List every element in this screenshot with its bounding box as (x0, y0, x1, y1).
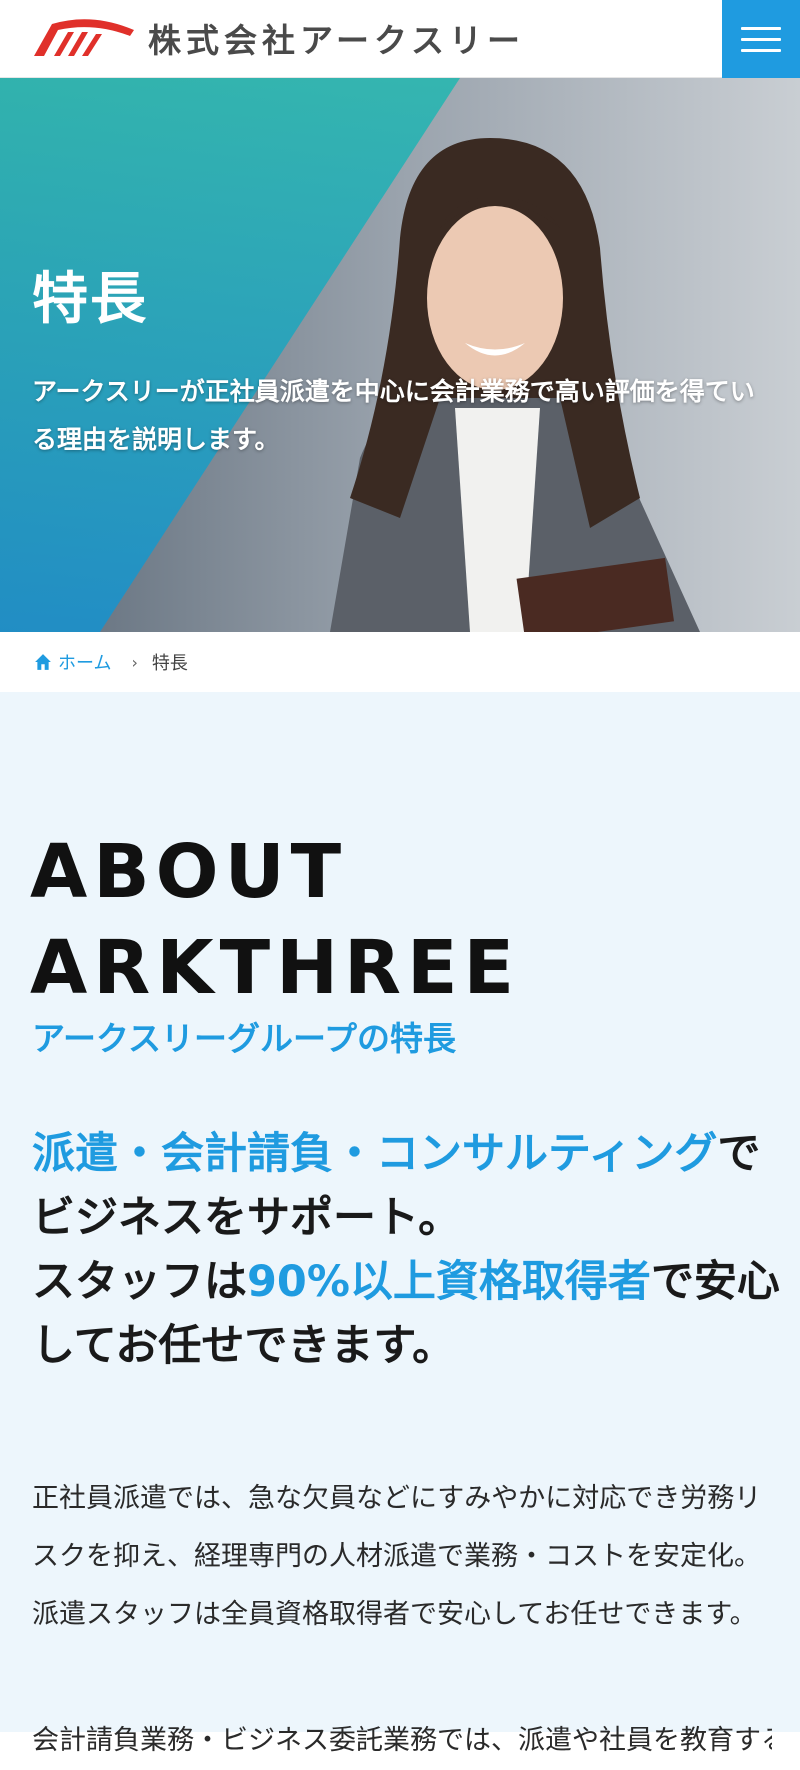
logo-mark-icon (34, 19, 134, 56)
lead-text-2: スタッフは (32, 1257, 247, 1307)
breadcrumb-home-label: ホーム (58, 653, 112, 674)
breadcrumb: ホーム › 特長 (0, 632, 800, 692)
company-logo[interactable]: 株式会社アークスリー (32, 10, 525, 66)
site-header: 株式会社アークスリー (0, 0, 800, 78)
lead-text: 派遣・会計請負・コンサルティングでビジネスをサポート。 スタッフは90%以上資格… (32, 1122, 782, 1378)
body-paragraph: 正社員派遣では、急な欠員などにすみやかに対応でき労務リスクを抑え、経理専門の人材… (32, 1483, 762, 1630)
body-paragraph-2: 会計請負業務・ビジネス委託業務では、派遣や社員を教育する (32, 1725, 772, 1756)
breadcrumb-home-link[interactable]: ホーム (34, 649, 111, 675)
section-heading-en: ABOUT ARKTHREE (30, 824, 520, 1016)
hero-description: アークスリーが正社員派遣を中心に会計業務で高い評価を得ている理由を説明します。 (32, 377, 755, 454)
lead-highlight-qualified: 90%以上資格取得者 (247, 1257, 651, 1307)
menu-line-icon (741, 48, 781, 52)
menu-line-icon (741, 26, 781, 30)
menu-line-icon (741, 37, 781, 41)
hamburger-menu-button[interactable] (722, 0, 800, 78)
breadcrumb-separator-icon: › (131, 652, 138, 672)
hero-photo (0, 78, 800, 632)
about-section: ABOUT ARKTHREE アークスリーグループの特長 派遣・会計請負・コンサ… (0, 692, 800, 1756)
section-subheading: アークスリーグループの特長 (32, 1019, 457, 1058)
breadcrumb-current: 特長 (151, 653, 188, 674)
lead-highlight-services: 派遣・会計請負・コンサルティング (32, 1129, 718, 1179)
heading-line-2: ARKTHREE (30, 925, 521, 1011)
page-title: 特長 (32, 267, 148, 332)
heading-line-1: ABOUT (30, 829, 348, 915)
company-name: 株式会社アークスリー (148, 21, 526, 60)
home-icon (35, 654, 51, 670)
hero-banner: 特長 アークスリーが正社員派遣を中心に会計業務で高い評価を得ている理由を説明しま… (0, 78, 800, 632)
